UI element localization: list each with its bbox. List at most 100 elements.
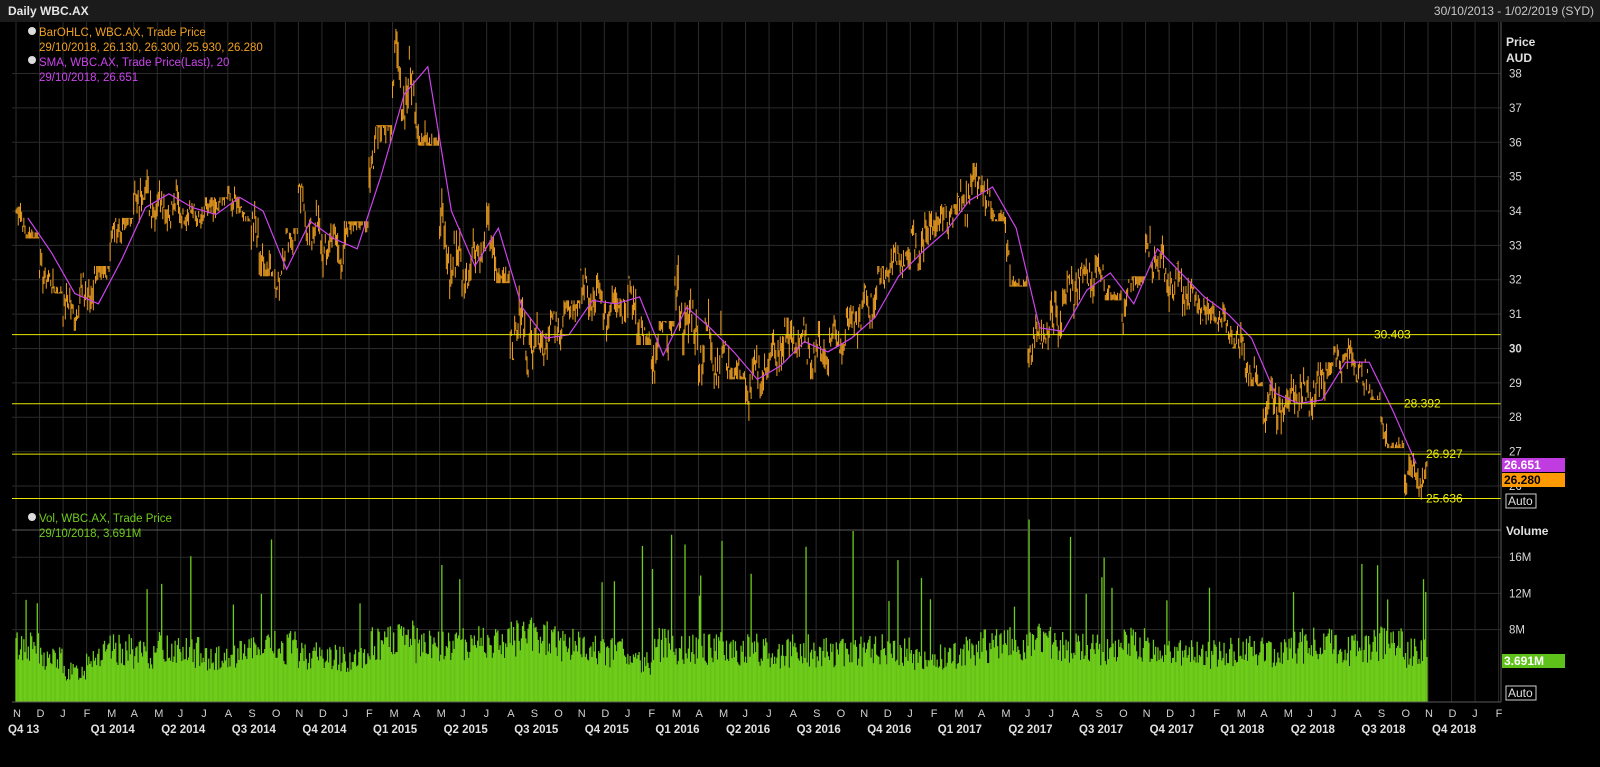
svg-text:26.280: 26.280 xyxy=(1504,473,1541,487)
price-tick-label: 27 xyxy=(1509,447,1522,459)
x-quarter-label: Q4 2014 xyxy=(302,724,347,736)
x-month-label: J xyxy=(766,708,772,720)
x-quarter-label: Q2 2016 xyxy=(726,724,770,736)
x-quarter-label: Q3 2017 xyxy=(1079,724,1123,736)
price-tick-label: 32 xyxy=(1509,275,1522,287)
x-month-label: D xyxy=(37,708,45,720)
x-month-label: D xyxy=(1449,708,1457,720)
x-month-label: J xyxy=(460,708,466,720)
x-month-label: N xyxy=(295,708,303,720)
x-month-label: J xyxy=(342,708,348,720)
x-quarter-label: Q1 2017 xyxy=(938,724,982,736)
price-tick-label: 29 xyxy=(1509,378,1522,390)
x-month-label: J xyxy=(1307,708,1313,720)
x-month-label: N xyxy=(1425,708,1433,720)
x-month-label: A xyxy=(695,708,703,720)
price-tick-label: 30 xyxy=(1509,343,1522,355)
chart-title: Daily WBC.AX xyxy=(8,4,89,18)
x-month-label: J xyxy=(201,708,207,720)
price-axis-unit: AUD xyxy=(1506,51,1532,65)
x-month-label: A xyxy=(978,708,986,720)
horizontal-line-label: 25.636 xyxy=(1426,491,1463,505)
price-tick-label: 36 xyxy=(1509,137,1522,149)
x-month-label: M xyxy=(672,708,681,720)
x-month-label: J xyxy=(60,708,66,720)
price-tick-label: 38 xyxy=(1509,69,1522,81)
x-month-label: D xyxy=(319,708,327,720)
x-quarter-label: Q3 2018 xyxy=(1361,724,1406,736)
x-month-label: N xyxy=(1143,708,1151,720)
legend-expand-icon[interactable] xyxy=(28,513,36,521)
horizontal-line-label: 26.927 xyxy=(1426,447,1463,461)
x-month-label: O xyxy=(272,708,281,720)
volume-tick-label: 16M xyxy=(1509,552,1531,564)
x-quarter-label: Q1 2015 xyxy=(373,724,418,736)
x-month-label: M xyxy=(1001,708,1010,720)
price-tick-label: 34 xyxy=(1509,206,1522,218)
x-month-label: N xyxy=(578,708,586,720)
x-month-label: J xyxy=(178,708,184,720)
price-auto-scale-button[interactable]: Auto xyxy=(1505,493,1537,509)
x-month-label: J xyxy=(1472,708,1478,720)
x-month-label: M xyxy=(719,708,728,720)
x-month-label: A xyxy=(225,708,233,720)
x-quarter-label: Q1 2016 xyxy=(655,724,699,736)
x-month-label: J xyxy=(625,708,631,720)
x-quarter-label: Q2 2015 xyxy=(444,724,489,736)
x-month-label: M xyxy=(1237,708,1246,720)
x-month-label: D xyxy=(884,708,892,720)
x-month-label: F xyxy=(366,708,373,720)
x-month-label: M xyxy=(107,708,116,720)
x-month-label: A xyxy=(507,708,515,720)
x-month-label: O xyxy=(554,708,563,720)
price-tick-label: 37 xyxy=(1509,103,1522,115)
legend-sma-values: 29/10/2018, 26.651 xyxy=(39,72,138,84)
legend-expand-icon[interactable] xyxy=(28,56,36,64)
volume-value-tag: 3.691M xyxy=(1502,654,1565,668)
price-tick-label: 35 xyxy=(1509,172,1522,184)
x-month-label: M xyxy=(1284,708,1293,720)
x-quarter-label: Q1 2018 xyxy=(1220,724,1265,736)
svg-text:3.691M: 3.691M xyxy=(1504,654,1544,668)
x-quarter-label: Q4 2015 xyxy=(585,724,630,736)
x-month-label: M xyxy=(390,708,399,720)
x-month-label: J xyxy=(1190,708,1196,720)
legend-ohlc-values: 29/10/2018, 26.130, 26.300, 25.930, 26.2… xyxy=(39,42,263,54)
legend-ohlc-label: BarOHLC, WBC.AX, Trade Price xyxy=(39,27,206,39)
x-month-label: J xyxy=(484,708,490,720)
date-range: 30/10/2013 - 1/02/2019 (SYD) xyxy=(1433,4,1594,18)
last-price-tag: 26.280 xyxy=(1502,473,1565,487)
x-month-label: S xyxy=(813,708,820,720)
x-month-label: J xyxy=(907,708,913,720)
x-month-label: M xyxy=(154,708,163,720)
x-month-label: A xyxy=(790,708,798,720)
x-month-label: A xyxy=(131,708,139,720)
x-quarter-label: Q4 2018 xyxy=(1432,724,1477,736)
x-month-label: S xyxy=(1378,708,1385,720)
x-month-label: F xyxy=(648,708,655,720)
legend-sma-label: SMA, WBC.AX, Trade Price(Last), 20 xyxy=(39,57,229,69)
x-month-label: F xyxy=(84,708,91,720)
x-quarter-label: Q4 2017 xyxy=(1150,724,1194,736)
x-month-label: S xyxy=(248,708,255,720)
x-month-label: M xyxy=(954,708,963,720)
svg-text:Auto: Auto xyxy=(1508,686,1533,700)
volume-auto-scale-button[interactable]: Auto xyxy=(1505,685,1537,701)
horizontal-line-label: 30.403 xyxy=(1374,328,1411,342)
volume-tick-label: 8M xyxy=(1509,625,1525,637)
x-quarter-label: Q1 2014 xyxy=(91,724,136,736)
x-quarter-label: Q2 2018 xyxy=(1291,724,1336,736)
sma-value-tag: 26.651 xyxy=(1502,458,1565,472)
price-tick-label: 31 xyxy=(1509,309,1522,321)
x-month-label: O xyxy=(1119,708,1128,720)
x-quarter-label: Q3 2015 xyxy=(514,724,559,736)
x-month-label: D xyxy=(601,708,609,720)
x-month-label: A xyxy=(1260,708,1268,720)
x-month-label: J xyxy=(743,708,749,720)
x-month-label: O xyxy=(1401,708,1410,720)
x-quarter-label: Q3 2014 xyxy=(232,724,277,736)
x-month-label: A xyxy=(413,708,421,720)
legend-volume-values: 29/10/2018, 3.691M xyxy=(39,528,141,540)
x-month-label: S xyxy=(531,708,538,720)
legend-expand-icon[interactable] xyxy=(28,27,36,35)
